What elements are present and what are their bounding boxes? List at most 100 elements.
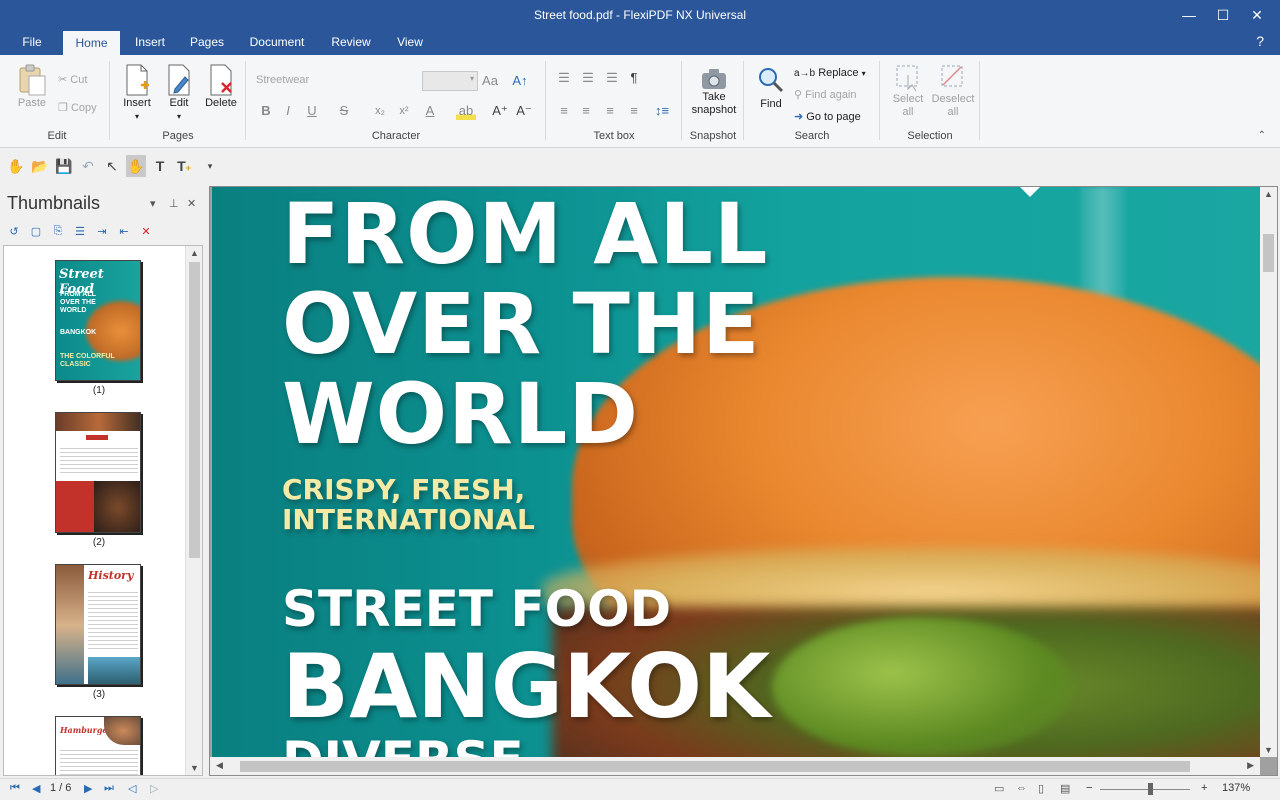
- actual-size-icon[interactable]: ▭: [994, 782, 1004, 795]
- diverse-heading[interactable]: DIVERSE: [282, 732, 524, 757]
- text-orientation-icon[interactable]: A↑: [510, 72, 530, 90]
- panel-close-icon[interactable]: ✕: [187, 197, 196, 210]
- stack-pages-icon[interactable]: ☰: [72, 225, 88, 241]
- pdf-page[interactable]: FROM ALL OVER THE WORLD CRISPY, FRESH, I…: [212, 187, 1260, 757]
- rotate-page-icon[interactable]: ↺: [6, 225, 22, 241]
- underline-icon[interactable]: U: [302, 102, 322, 120]
- group-textbox: ☰ ☰ ☰ ¶ ≡ ≡ ≡ ≡ ↕≡ Text box: [546, 59, 682, 146]
- hand-tool-icon[interactable]: ✋: [6, 155, 26, 177]
- line-spacing-icon[interactable]: ↕≡: [648, 102, 676, 120]
- tab-insert[interactable]: Insert: [124, 30, 176, 55]
- close-button[interactable]: ✕: [1240, 0, 1274, 30]
- strikethrough-icon[interactable]: S: [334, 102, 354, 120]
- thumbnail-scrollbar[interactable]: ▲ ▼: [185, 246, 202, 775]
- superscript-icon[interactable]: x²: [394, 102, 414, 120]
- open-folder-icon[interactable]: 📂: [30, 155, 50, 177]
- tab-home[interactable]: Home: [63, 31, 120, 56]
- italic-icon[interactable]: I: [278, 102, 298, 120]
- customize-toolbar-icon[interactable]: ▾: [200, 155, 220, 177]
- pin-icon[interactable]: ⊥: [169, 197, 179, 210]
- tab-view[interactable]: View: [386, 30, 434, 55]
- go-to-page-button[interactable]: ➜ Go to page: [794, 108, 861, 126]
- status-bar: ⏮ ◀ 1 / 6 ▶ ⏭ ◁ ▷ ▭ ⇔ ▯ ▤ − + 137%: [0, 778, 1280, 800]
- shrink-font-icon[interactable]: A⁻: [514, 102, 534, 120]
- extract-page-icon[interactable]: ⎘: [50, 225, 66, 241]
- align-center-icon[interactable]: ≡: [576, 102, 596, 120]
- justify-icon[interactable]: ≡: [624, 102, 644, 120]
- pan-hand-icon[interactable]: ✋: [126, 155, 146, 177]
- tab-review[interactable]: Review: [322, 30, 380, 55]
- font-name-input[interactable]: Streetwear: [250, 71, 400, 91]
- subscript-icon[interactable]: x₂: [370, 102, 390, 120]
- tab-file[interactable]: File: [14, 30, 50, 55]
- zoom-level[interactable]: 137%: [1222, 782, 1250, 794]
- text-tool-icon[interactable]: T: [150, 155, 170, 177]
- indent-icon[interactable]: ☰: [602, 69, 622, 87]
- import-page-icon[interactable]: ⇤: [116, 225, 132, 241]
- thumbnail-page-4[interactable]: Hamburger: [55, 716, 143, 775]
- fit-page-icon[interactable]: ▯: [1038, 782, 1044, 795]
- thumbnail-page-3[interactable]: History (3): [55, 564, 143, 700]
- take-snapshot-button[interactable]: Take snapshot: [686, 67, 742, 117]
- insert-page-button[interactable]: Insert ▾: [116, 63, 158, 123]
- edit-page-button[interactable]: Edit ▾: [160, 63, 198, 123]
- minimize-button[interactable]: —: [1172, 0, 1206, 30]
- zoom-in-button[interactable]: +: [1201, 782, 1207, 794]
- help-button[interactable]: ?: [1256, 33, 1264, 49]
- zoom-slider[interactable]: [1100, 789, 1190, 790]
- tab-pages[interactable]: Pages: [180, 30, 234, 55]
- previous-page-icon[interactable]: ◀: [32, 782, 40, 795]
- first-page-icon[interactable]: ⏮: [10, 782, 20, 795]
- cut-button[interactable]: ✂ Cut: [58, 71, 87, 89]
- new-page-icon[interactable]: ▢: [28, 225, 44, 241]
- thumbnail-page-2[interactable]: (2): [55, 412, 143, 548]
- align-right-icon[interactable]: ≡: [600, 102, 620, 120]
- two-pages-icon[interactable]: ▤: [1060, 782, 1070, 795]
- font-size-shrink-icon[interactable]: Aa: [480, 72, 500, 90]
- delete-page-button[interactable]: Delete: [200, 63, 242, 110]
- thumbnail-list[interactable]: Street Food FROM ALL OVER THE WORLD BANG…: [3, 245, 203, 776]
- tab-document[interactable]: Document: [240, 30, 314, 55]
- pilcrow-icon[interactable]: ¶: [624, 69, 644, 87]
- page-indicator[interactable]: 1 / 6: [50, 782, 71, 794]
- copy-button[interactable]: ❐ Copy: [58, 99, 97, 117]
- highlight-icon[interactable]: ab: [456, 102, 476, 120]
- align-left-icon[interactable]: ≡: [554, 102, 574, 120]
- street-food-heading[interactable]: STREET FOOD: [282, 581, 671, 637]
- export-page-icon[interactable]: ⇥: [94, 225, 110, 241]
- save-icon[interactable]: 💾: [54, 155, 74, 177]
- font-size-input[interactable]: ▾: [422, 71, 478, 91]
- grow-font-icon[interactable]: A⁺: [490, 102, 510, 120]
- add-text-icon[interactable]: T+: [174, 155, 194, 177]
- paste-button[interactable]: Paste: [12, 63, 52, 110]
- zoom-out-button[interactable]: −: [1086, 782, 1092, 794]
- font-color-icon[interactable]: A: [420, 102, 440, 120]
- document-view[interactable]: FROM ALL OVER THE WORLD CRISPY, FRESH, I…: [209, 186, 1278, 776]
- thumbnail-page-1[interactable]: Street Food FROM ALL OVER THE WORLD BANG…: [55, 260, 143, 396]
- fit-width-icon[interactable]: ⇔: [1016, 782, 1027, 794]
- list-numbers-icon[interactable]: ☰: [578, 69, 598, 87]
- select-arrow-icon[interactable]: ↖: [102, 155, 122, 177]
- undo-icon[interactable]: ↶: [78, 155, 98, 177]
- bold-icon[interactable]: B: [256, 102, 276, 120]
- deselect-all-button[interactable]: Deselect all: [930, 63, 976, 119]
- select-all-button[interactable]: Select all: [886, 63, 930, 119]
- last-page-icon[interactable]: ⏭: [104, 782, 114, 795]
- replace-button[interactable]: a→b Replace ▾: [794, 64, 866, 82]
- next-page-icon[interactable]: ▶: [84, 782, 92, 795]
- maximize-button[interactable]: ☐: [1206, 0, 1240, 30]
- forward-icon[interactable]: ▷: [150, 782, 158, 795]
- cover-headline[interactable]: FROM ALL OVER THE WORLD: [282, 189, 768, 459]
- find-button[interactable]: Find: [752, 65, 790, 111]
- cover-tagline[interactable]: CRISPY, FRESH, INTERNATIONAL: [282, 475, 535, 535]
- find-again-button[interactable]: ⚲ Find again: [794, 86, 857, 104]
- delete-thumbnail-icon[interactable]: ✕: [138, 225, 154, 241]
- back-icon[interactable]: ◁: [128, 782, 136, 795]
- list-bullets-icon[interactable]: ☰: [554, 69, 574, 87]
- document-horizontal-scrollbar[interactable]: ◀ ▶: [210, 757, 1260, 775]
- panel-menu-icon[interactable]: ▾: [150, 197, 156, 210]
- bangkok-heading[interactable]: BANGKOK: [282, 639, 770, 735]
- document-vertical-scrollbar[interactable]: ▲ ▼: [1260, 187, 1277, 757]
- collapse-ribbon-icon[interactable]: ⌃: [1258, 130, 1266, 141]
- zoom-slider-handle[interactable]: [1148, 783, 1153, 795]
